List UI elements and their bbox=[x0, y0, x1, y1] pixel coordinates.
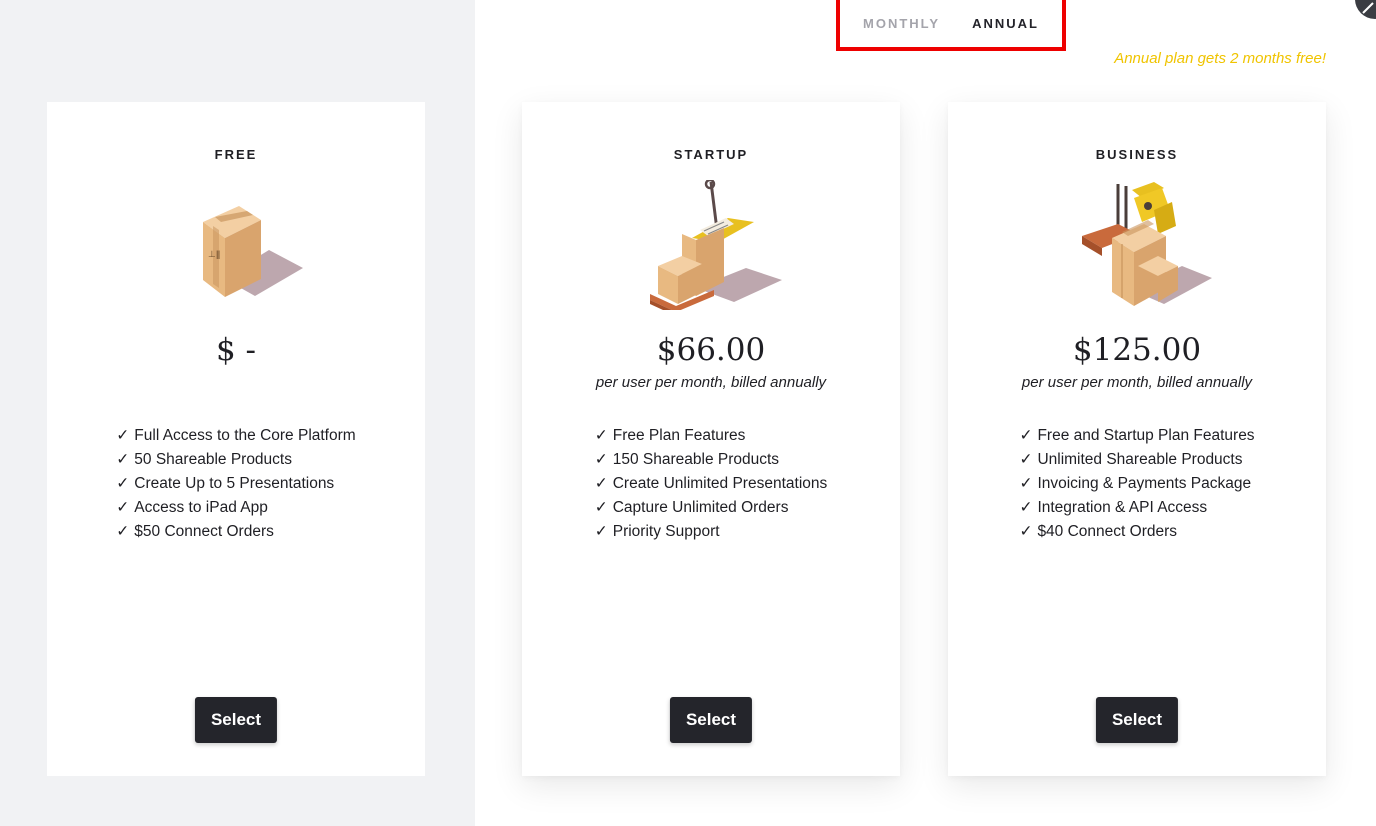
check-icon: ✓ bbox=[1019, 451, 1033, 468]
select-startup-button[interactable]: Select bbox=[669, 697, 753, 743]
check-icon: ✓ bbox=[116, 451, 130, 468]
billing-note: per user per month, billed annually bbox=[595, 374, 827, 391]
select-free-button[interactable]: Select bbox=[194, 697, 278, 743]
feature-item: ✓ Free and Startup Plan Features bbox=[1019, 427, 1255, 444]
check-icon: ✓ bbox=[1019, 427, 1033, 444]
billing-note: per user per month, billed annually bbox=[1021, 374, 1253, 391]
plan-name: BUSINESS bbox=[1095, 147, 1179, 162]
feature-item: ✓ Invoicing & Payments Package bbox=[1019, 475, 1252, 492]
feature-list: ✓ Full Access to the Core Platform ✓ 50 Sh… bbox=[47, 424, 425, 544]
plan-card-startup: STARTUP $66.00 per user per month, bille… bbox=[522, 102, 900, 776]
check-icon: ✓ bbox=[116, 523, 130, 540]
feature-list: ✓ Free Plan Features ✓ 150 Shareable Produ… bbox=[522, 424, 900, 544]
plan-card-business: BUSINESS $125.00 per user per month, bil… bbox=[948, 102, 1326, 776]
feature-item: ✓ Access to iPad App bbox=[116, 499, 268, 516]
pallet-jack-icon bbox=[650, 180, 782, 310]
check-icon: ✓ bbox=[116, 427, 130, 444]
check-icon: ✓ bbox=[594, 499, 608, 516]
billing-period-toggle: MONTHLY ANNUAL bbox=[836, 0, 1066, 51]
feature-item: ✓ $40 Connect Orders bbox=[1019, 523, 1178, 540]
annual-option[interactable]: ANNUAL bbox=[972, 16, 1039, 31]
plan-name: STARTUP bbox=[673, 147, 749, 162]
plan-price: $66.00 bbox=[656, 332, 766, 368]
feature-item: ✓ 150 Shareable Products bbox=[594, 451, 780, 468]
annual-promo-text: Annual plan gets 2 months free! bbox=[1114, 50, 1326, 67]
check-icon: ✓ bbox=[594, 475, 608, 492]
svg-text:⊥ǁ: ⊥ǁ bbox=[208, 250, 220, 260]
close-icon bbox=[1362, 2, 1374, 14]
feature-list: ✓ Free and Startup Plan Features ✓ Unlimit… bbox=[948, 424, 1326, 544]
feature-item: ✓ Free Plan Features bbox=[594, 427, 746, 444]
check-icon: ✓ bbox=[594, 427, 608, 444]
check-icon: ✓ bbox=[116, 475, 130, 492]
feature-item: ✓ Create Unlimited Presentations bbox=[594, 475, 828, 492]
check-icon: ✓ bbox=[594, 523, 608, 540]
feature-item: ✓ Unlimited Shareable Products bbox=[1019, 451, 1243, 468]
feature-item: ✓ Capture Unlimited Orders bbox=[594, 499, 789, 516]
feature-item: ✓ Full Access to the Core Platform bbox=[116, 427, 356, 444]
plan-card-free: FREE ⊥ǁ $ - ✓ Full Access to the Core Pla… bbox=[47, 102, 425, 776]
check-icon: ✓ bbox=[1019, 523, 1033, 540]
single-box-icon: ⊥ǁ bbox=[203, 206, 303, 297]
feature-item: ✓ $50 Connect Orders bbox=[116, 523, 274, 540]
monthly-option[interactable]: MONTHLY bbox=[863, 16, 940, 31]
plan-price: $ - bbox=[215, 332, 257, 368]
feature-item: ✓ Integration & API Access bbox=[1019, 499, 1208, 516]
feature-item: ✓ Create Up to 5 Presentations bbox=[116, 475, 335, 492]
check-icon: ✓ bbox=[1019, 499, 1033, 516]
check-icon: ✓ bbox=[594, 451, 608, 468]
feature-item: ✓ 50 Shareable Products bbox=[116, 451, 292, 468]
check-icon: ✓ bbox=[1019, 475, 1033, 492]
forklift-icon bbox=[1082, 182, 1212, 306]
plan-name: FREE bbox=[214, 147, 258, 162]
feature-item: ✓ Priority Support bbox=[594, 523, 720, 540]
check-icon: ✓ bbox=[116, 499, 130, 516]
plan-price: $125.00 bbox=[1072, 332, 1202, 368]
select-business-button[interactable]: Select bbox=[1095, 697, 1179, 743]
